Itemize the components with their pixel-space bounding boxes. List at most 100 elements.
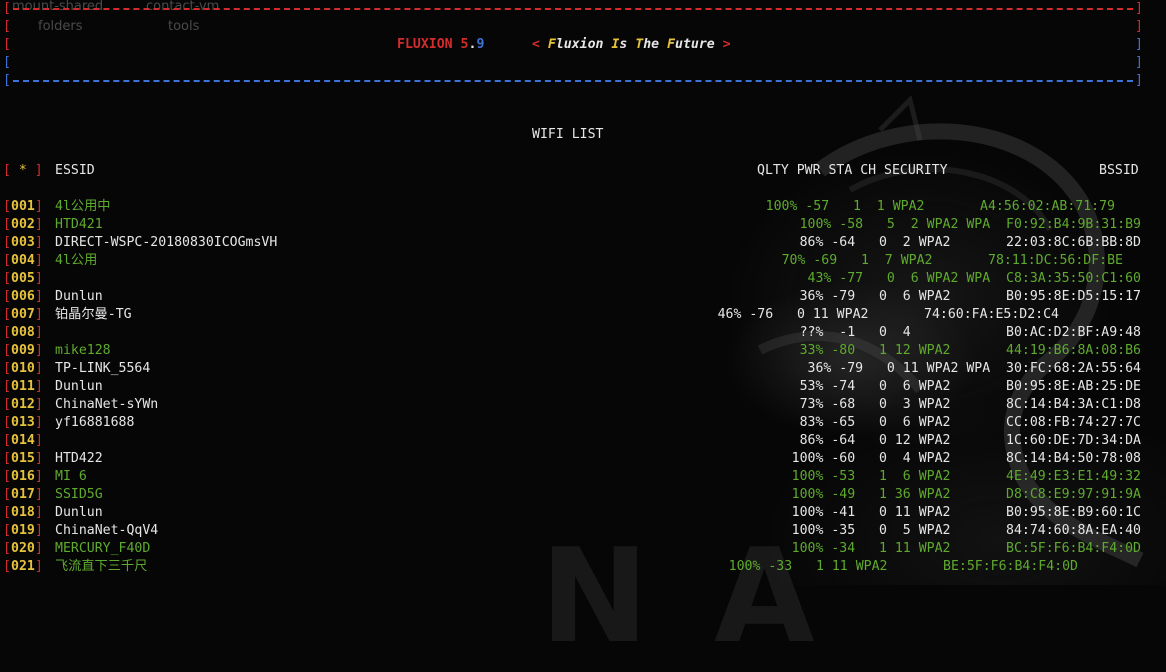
network-row[interactable]: [002] HTD421 100% -58 5 2 WPA2 WPA F0:92:B… xyxy=(3,216,1163,234)
row-bracket-close: ] xyxy=(35,307,43,322)
row-index: 001 xyxy=(11,199,35,214)
row-stats: 53% -74 0 6 WPA2 B0:95:8E:AB:25:DE xyxy=(791,379,1141,394)
row-stats: 70% -69 1 7 WPA2 78:11:DC:56:DF:BE xyxy=(773,253,1123,268)
row-index: 017 xyxy=(11,487,35,502)
network-row[interactable]: [007] 铂晶尔曼-TG 46% -76 0 11 WPA2 74:60:FA:E… xyxy=(3,306,1163,324)
row-stats: 86% -64 0 2 WPA2 22:03:8C:6B:BB:8D xyxy=(791,235,1141,250)
row-essid: HTD422 xyxy=(55,451,103,466)
row-essid: HTD421 xyxy=(55,217,103,232)
row-essid: DIRECT-WSPC-20180830ICOGmsVH xyxy=(55,235,278,250)
row-bracket-close: ] xyxy=(35,289,43,304)
network-row[interactable]: [003] DIRECT-WSPC-20180830ICOGmsVH 86% -6… xyxy=(3,234,1163,252)
row-bracket-close: ] xyxy=(35,361,43,376)
row-essid: 4l公用中 xyxy=(55,199,111,214)
row-stats: 36% -79 0 11 WPA2 WPA 30:FC:68:2A:55:64 xyxy=(799,361,1141,376)
row-bracket-open: [ xyxy=(3,271,11,286)
network-row[interactable]: [004] 4l公用 70% -69 1 7 WPA2 78:11:DC:56:D… xyxy=(3,252,1163,270)
network-row[interactable]: [018] Dunlun 100% -41 0 11 WPA2 B0:95:8E:B… xyxy=(3,504,1163,522)
wifi-list-title: WIFI LIST xyxy=(532,127,604,142)
row-bracket-close: ] xyxy=(35,271,43,286)
network-row[interactable]: [013] yf16881688 83% -65 0 6 WPA2 CC:08:F… xyxy=(3,414,1163,432)
row-index: 008 xyxy=(11,325,35,340)
row-index: 014 xyxy=(11,433,35,448)
row-stats: 100% -33 1 11 WPA2 BE:5F:F6:B4:F4:0D xyxy=(728,559,1078,574)
row-stats: 100% -49 1 36 WPA2 D8:C8:E9:97:91:9A xyxy=(791,487,1141,502)
row-index: 010 xyxy=(11,361,35,376)
row-stats: ??% -1 0 4 B0:AC:D2:BF:A9:48 xyxy=(791,325,1141,340)
row-essid: 4l公用 xyxy=(55,253,98,268)
row-bracket-close: ] xyxy=(35,379,43,394)
row-essid: 铂晶尔曼-TG xyxy=(55,307,132,322)
row-essid: Dunlun xyxy=(55,505,103,520)
network-row[interactable]: [001] 4l公用中 100% -57 1 1 WPA2 A4:56:02:AB:… xyxy=(3,198,1163,216)
header-border-bottom: [ ] xyxy=(3,73,1143,88)
column-stats: QLTY PWR STA CH SECURITY xyxy=(757,163,948,178)
row-bracket-close: ] xyxy=(35,523,43,538)
row-bracket-close: ] xyxy=(35,217,43,232)
row-bracket-close: ] xyxy=(35,505,43,520)
row-stats: 86% -64 0 12 WPA2 1C:60:DE:7D:34:DA xyxy=(791,433,1141,448)
row-stats: 36% -79 0 6 WPA2 B0:95:8E:D5:15:17 xyxy=(791,289,1141,304)
row-stats: 33% -80 1 12 WPA2 44:19:B6:8A:08:B6 xyxy=(791,343,1141,358)
row-stats: 100% -60 0 4 WPA2 8C:14:B4:50:78:08 xyxy=(791,451,1141,466)
row-bracket-close: ] xyxy=(35,343,43,358)
row-stats: 100% -58 5 2 WPA2 WPA F0:92:B4:9B:31:B9 xyxy=(799,217,1141,232)
row-essid: mike128 xyxy=(55,343,111,358)
network-row[interactable]: [011] Dunlun 53% -74 0 6 WPA2 B0:95:8E:AB… xyxy=(3,378,1163,396)
row-index: 005 xyxy=(11,271,35,286)
row-bracket-open: [ xyxy=(3,469,11,484)
row-bracket-open: [ xyxy=(3,541,11,556)
column-essid: ESSID xyxy=(55,163,95,178)
row-bracket-close: ] xyxy=(35,469,43,484)
network-row[interactable]: [006] Dunlun 36% -79 0 6 WPA2 B0:95:8E:D5… xyxy=(3,288,1163,306)
network-row[interactable]: [009] mike128 33% -80 1 12 WPA2 44:19:B6:… xyxy=(3,342,1163,360)
app-title: FLUXION 5.9 xyxy=(397,37,485,52)
row-bracket-open: [ xyxy=(3,307,11,322)
row-essid: MERCURY_F40D xyxy=(55,541,151,556)
row-stats: 100% -57 1 1 WPA2 A4:56:02:AB:71:79 xyxy=(765,199,1115,214)
network-row[interactable]: [019] ChinaNet-QqV4 100% -35 0 5 WPA2 84:7… xyxy=(3,522,1163,540)
app-tagline: < Fluxion Is The Future > xyxy=(532,37,731,52)
network-row[interactable]: [014] 86% -64 0 12 WPA2 1C:60:DE:7D:34:D… xyxy=(3,432,1163,450)
row-bracket-close: ] xyxy=(35,415,43,430)
row-bracket-open: [ xyxy=(3,487,11,502)
network-row[interactable]: [010] TP-LINK_5564 36% -79 0 11 WPA2 WPA … xyxy=(3,360,1163,378)
header-border-row-4: [] xyxy=(3,55,1143,70)
header-border-row-2: [] xyxy=(3,19,1143,34)
row-stats: 100% -35 0 5 WPA2 84:74:60:8A:EA:40 xyxy=(791,523,1141,538)
row-index: 003 xyxy=(11,235,35,250)
row-stats: 100% -53 1 6 WPA2 4E:49:E3:E1:49:32 xyxy=(791,469,1141,484)
column-bssid: BSSID xyxy=(1099,163,1139,178)
row-essid: ChinaNet-QqV4 xyxy=(55,523,159,538)
row-essid: Dunlun xyxy=(55,289,103,304)
row-index: 012 xyxy=(11,397,35,412)
row-bracket-open: [ xyxy=(3,253,11,268)
row-bracket-open: [ xyxy=(3,289,11,304)
row-bracket-open: [ xyxy=(3,235,11,250)
row-index: 002 xyxy=(11,217,35,232)
row-bracket-open: [ xyxy=(3,217,11,232)
row-bracket-close: ] xyxy=(35,433,43,448)
row-bracket-open: [ xyxy=(3,433,11,448)
network-row[interactable]: [016] MI 6 100% -53 1 6 WPA2 4E:49:E3:E1:4… xyxy=(3,468,1163,486)
network-row[interactable]: [008] ??% -1 0 4 B0:AC:D2:BF:A9:48 xyxy=(3,324,1163,342)
row-bracket-open: [ xyxy=(3,343,11,358)
network-row[interactable]: [015] HTD422 100% -60 0 4 WPA2 8C:14:B4:50… xyxy=(3,450,1163,468)
row-index: 019 xyxy=(11,523,35,538)
row-index: 007 xyxy=(11,307,35,322)
row-essid: SSID5G xyxy=(55,487,103,502)
row-bracket-close: ] xyxy=(35,397,43,412)
network-row[interactable]: [005] 43% -77 0 6 WPA2 WPA C8:3A:35:50:C… xyxy=(3,270,1163,288)
row-essid: yf16881688 xyxy=(55,415,135,430)
row-stats: 46% -76 0 11 WPA2 74:60:FA:E5:D2:C4 xyxy=(717,307,1059,322)
header-border-top: [ ] xyxy=(3,1,1143,16)
row-bracket-close: ] xyxy=(35,451,43,466)
network-row[interactable]: [017] SSID5G 100% -49 1 36 WPA2 D8:C8:E9:9… xyxy=(3,486,1163,504)
network-row[interactable]: [021] 飞流直下三千尺 100% -33 1 11 WPA2 BE:5F:F6:… xyxy=(3,558,1163,576)
row-bracket-open: [ xyxy=(3,415,11,430)
network-row[interactable]: [012] ChinaNet-sYWn 73% -68 0 3 WPA2 8C:1… xyxy=(3,396,1163,414)
row-index: 004 xyxy=(11,253,35,268)
network-row[interactable]: [020] MERCURY_F40D 100% -34 1 11 WPA2 BC:5… xyxy=(3,540,1163,558)
row-bracket-close: ] xyxy=(35,487,43,502)
row-index: 016 xyxy=(11,469,35,484)
